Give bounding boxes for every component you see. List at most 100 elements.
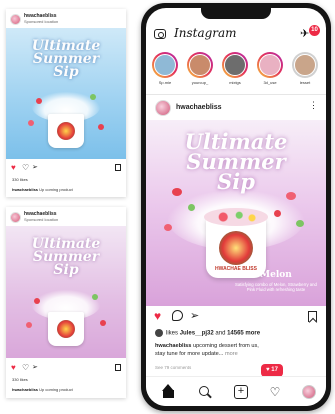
story-name: Sp.mie bbox=[158, 80, 172, 85]
story-ring bbox=[257, 52, 283, 78]
story-avatar bbox=[294, 54, 316, 76]
post-username[interactable]: hwachaebliss bbox=[176, 104, 222, 111]
camera-icon[interactable] bbox=[154, 29, 166, 39]
post-actions: ♥ ♡ ➢ bbox=[11, 164, 121, 173]
comment-icon[interactable] bbox=[172, 310, 183, 321]
caption-username[interactable]: hwachaebliss bbox=[12, 187, 38, 192]
fruit bbox=[286, 192, 296, 200]
story-avatar bbox=[154, 54, 176, 76]
liker-username[interactable]: Jules__pj32 bbox=[180, 331, 214, 337]
fruit bbox=[90, 94, 96, 100]
caption-text: Up coming product bbox=[39, 187, 73, 192]
fruit bbox=[188, 204, 195, 211]
story-item[interactable]: lesset bbox=[290, 52, 320, 85]
brand-badge bbox=[219, 231, 253, 265]
avatar[interactable] bbox=[10, 14, 21, 25]
story-ring bbox=[187, 52, 213, 78]
story-item[interactable]: Sp.mie bbox=[150, 52, 180, 85]
profile-avatar-icon[interactable] bbox=[302, 385, 316, 399]
fruit bbox=[98, 124, 104, 130]
post-card-blue[interactable]: hwachaebliss Sponsored location Ultimate… bbox=[6, 9, 126, 197]
fruit bbox=[164, 224, 172, 231]
likes-count[interactable]: 330 likes bbox=[12, 377, 28, 382]
heart-icon[interactable]: ♥ bbox=[11, 364, 16, 372]
likes-count[interactable]: 14565 more bbox=[227, 331, 260, 337]
caption-text-line2: stay tune for more update... bbox=[155, 351, 224, 357]
search-icon[interactable] bbox=[198, 385, 212, 399]
story-name: mixtgs bbox=[229, 80, 241, 85]
caption-username[interactable]: hwachaebliss bbox=[12, 387, 38, 392]
story-item[interactable]: yourcup_ bbox=[185, 52, 215, 85]
fruit bbox=[34, 298, 40, 304]
brand-badge bbox=[57, 320, 75, 338]
likes-and: and bbox=[215, 330, 226, 337]
post-image-title: Ultimate Summer Sip bbox=[6, 237, 126, 278]
bottom-tab-bar: + ♡ bbox=[146, 376, 326, 406]
notification-count: 17 bbox=[271, 367, 278, 373]
heart-icon[interactable]: ♥ bbox=[11, 164, 16, 172]
title-line: Sip bbox=[53, 262, 79, 278]
story-avatar bbox=[259, 54, 281, 76]
phone-screen: Instagram ✈ 10 Sp.mie yourcup_ mixtgs 3d… bbox=[146, 8, 326, 406]
bookmark-icon[interactable] bbox=[115, 164, 121, 171]
bookmark-icon[interactable] bbox=[115, 364, 121, 371]
caption-text: upcoming dessert from us, bbox=[192, 343, 259, 349]
caption-more-link[interactable]: more bbox=[225, 351, 238, 357]
title-line: Sip bbox=[53, 64, 79, 80]
fruit bbox=[296, 220, 304, 227]
story-name: lesset bbox=[299, 80, 311, 85]
phone-mockup: Instagram ✈ 10 Sp.mie yourcup_ mixtgs 3d… bbox=[141, 3, 331, 411]
flavor-description: Satisfying combo of Melon, Strawberry an… bbox=[235, 282, 317, 293]
location: Sponsored location bbox=[24, 19, 59, 24]
flavor-name: Melon bbox=[260, 270, 292, 280]
post-actions: ♥ ♡ ➢ bbox=[11, 364, 121, 373]
story-item[interactable]: 3d_use bbox=[255, 52, 285, 85]
story-name: yourcup_ bbox=[191, 80, 209, 85]
fruit bbox=[36, 98, 42, 104]
fruit bbox=[172, 188, 182, 196]
likes-count[interactable]: 330 likes bbox=[12, 177, 28, 182]
post-header: hwachaebliss ⋮ bbox=[146, 98, 326, 118]
avatar[interactable] bbox=[10, 212, 21, 223]
post-image[interactable]: Ultimate Summer Sip bbox=[6, 28, 126, 159]
fruit bbox=[26, 322, 32, 328]
brand-badge bbox=[57, 122, 75, 140]
comment-icon[interactable]: ♡ bbox=[22, 364, 29, 372]
story-ring bbox=[152, 52, 178, 78]
share-icon[interactable]: ➢ bbox=[190, 310, 199, 322]
post-actions: ♥ ➢ bbox=[146, 310, 326, 324]
likes-prefix: likes bbox=[166, 330, 179, 337]
home-icon[interactable] bbox=[162, 384, 176, 399]
app-header: Instagram ✈ 10 bbox=[146, 24, 326, 46]
location: Sponsored location bbox=[24, 217, 59, 222]
caption: hwachaebliss upcoming dessert from us, s… bbox=[155, 342, 320, 358]
liker-avatar bbox=[155, 329, 163, 337]
post-image-title: Ultimate Summer Sip bbox=[146, 131, 326, 192]
post-card-pink[interactable]: hwachaebliss Sponsored location Ultimate… bbox=[6, 207, 126, 398]
post-image[interactable]: Ultimate Summer Sip bbox=[6, 226, 126, 358]
bookmark-icon[interactable] bbox=[308, 311, 317, 322]
fruit bbox=[100, 320, 106, 326]
story-avatar bbox=[189, 54, 211, 76]
share-icon[interactable]: ➢ bbox=[32, 364, 38, 372]
more-options-icon[interactable]: ⋮ bbox=[309, 101, 318, 110]
share-icon[interactable]: ➢ bbox=[32, 164, 38, 172]
likes-summary[interactable]: likes Jules__pj32 and 14565 more bbox=[155, 329, 318, 339]
fruit bbox=[28, 120, 34, 126]
caption: hwachaebliss Up coming product bbox=[12, 387, 73, 392]
post-header: hwachaebliss Sponsored location bbox=[10, 13, 122, 27]
comment-icon[interactable]: ♡ bbox=[22, 164, 29, 172]
view-comments-link[interactable]: See 79 comments bbox=[155, 365, 191, 370]
post-image-title: Ultimate Summer Sip bbox=[6, 39, 126, 80]
activity-heart-icon[interactable]: ♡ bbox=[268, 385, 282, 399]
caption: hwachaebliss Up coming product bbox=[12, 187, 73, 192]
post-image[interactable]: Ultimate Summer Sip HWACHAE BLISS Melon … bbox=[146, 120, 326, 306]
like-heart-icon[interactable]: ♥ bbox=[154, 310, 161, 322]
caption-username[interactable]: hwachaebliss bbox=[155, 343, 191, 349]
avatar[interactable] bbox=[155, 100, 171, 116]
divider bbox=[146, 94, 326, 95]
phone-notch bbox=[201, 8, 271, 19]
add-post-icon[interactable]: + bbox=[234, 385, 248, 399]
story-item[interactable]: mixtgs bbox=[220, 52, 250, 85]
stories-bar: Sp.mie yourcup_ mixtgs 3d_use lesset bbox=[146, 52, 326, 92]
